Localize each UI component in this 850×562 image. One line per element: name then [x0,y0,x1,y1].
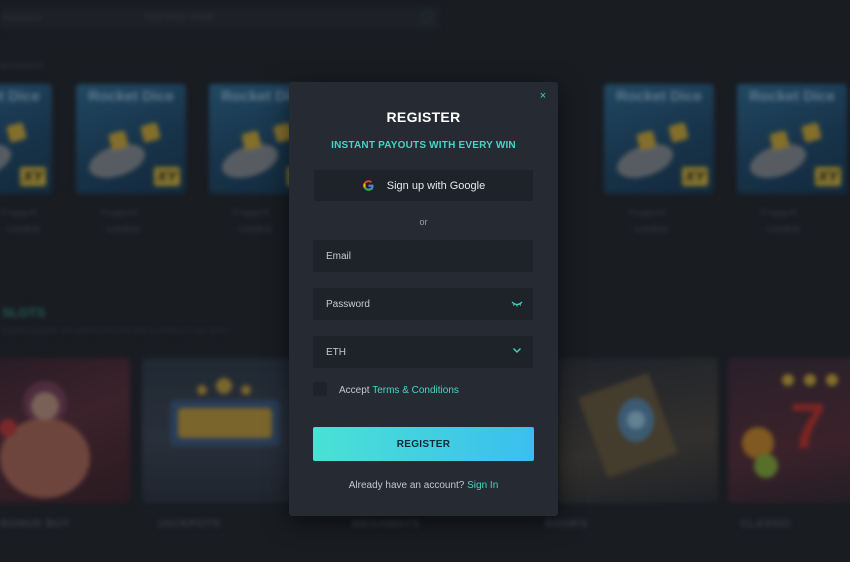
already-text: Already have an account? [348,480,465,491]
google-signup-button[interactable]: Sign up with Google [314,170,533,201]
google-icon [363,180,374,191]
eye-icon[interactable] [511,299,523,309]
chevron-down-icon[interactable] [512,345,522,355]
register-button-label: REGISTER [396,438,451,450]
register-button[interactable]: REGISTER [313,427,534,461]
terms-checkbox[interactable] [313,382,327,396]
signin-link[interactable]: Sign In [467,480,498,491]
google-signup-label: Sign up with Google [386,179,486,192]
page: xxxxxxxxxx FIND RYNC GAME WINNERS Rocket… [0,0,850,562]
password-placeholder: Password [326,298,370,310]
accept-label: Accept [339,385,370,396]
terms-link[interactable]: Terms & Conditions [372,385,459,396]
email-field[interactable]: Email [313,240,533,272]
email-placeholder: Email [326,250,352,262]
password-field[interactable]: Password [313,288,533,320]
close-icon[interactable]: × [536,89,550,103]
modal-title: REGISTER [386,109,461,125]
signin-prompt: Already have an account? Sign In [289,480,558,491]
modal-subtitle: INSTANT PAYOUTS WITH EVERY WIN [331,140,516,151]
or-divider: or [419,217,428,227]
currency-value: ETH [326,346,346,358]
register-modal: × REGISTER INSTANT PAYOUTS WITH EVERY WI… [289,82,558,516]
terms-text: Accept Terms & Conditions [339,385,459,396]
currency-select[interactable]: ETH [313,336,533,368]
